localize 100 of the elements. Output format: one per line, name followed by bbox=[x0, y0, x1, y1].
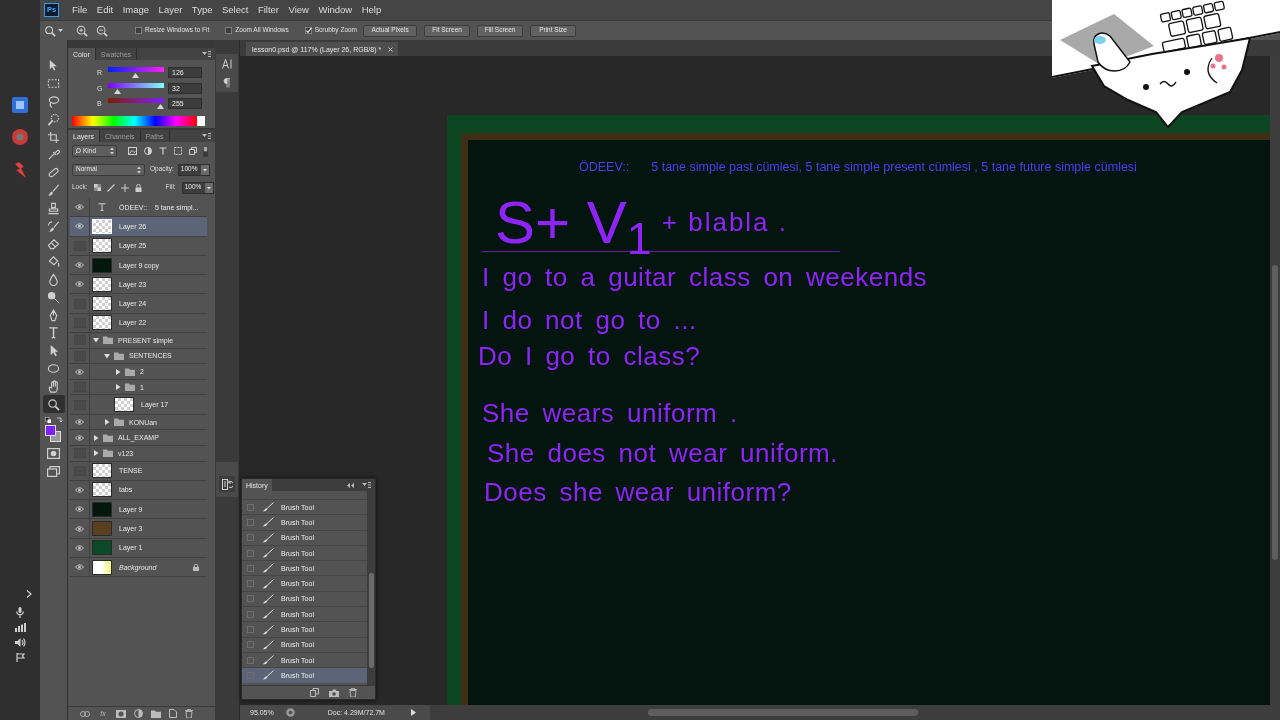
disc-icon[interactable] bbox=[12, 129, 28, 145]
disclosure-triangle[interactable] bbox=[104, 419, 110, 426]
disclosure-triangle[interactable] bbox=[93, 337, 99, 344]
move-lock-icon[interactable] bbox=[120, 183, 129, 192]
source-checkbox[interactable] bbox=[247, 534, 254, 542]
visibility-toggle[interactable] bbox=[73, 484, 86, 495]
vertical-scrollbar[interactable] bbox=[367, 491, 375, 685]
source-checkbox[interactable] bbox=[247, 656, 254, 664]
folder-icon[interactable] bbox=[151, 709, 161, 718]
scrollbar-thumb[interactable] bbox=[368, 573, 374, 668]
chevron-icon[interactable] bbox=[26, 590, 32, 598]
visibility-toggle[interactable] bbox=[73, 432, 86, 443]
source-checkbox[interactable] bbox=[247, 580, 254, 588]
eye-icon bbox=[75, 544, 84, 551]
menu-item[interactable]: Image bbox=[122, 5, 150, 15]
history-panel-button[interactable] bbox=[219, 476, 235, 492]
visibility-toggle[interactable] bbox=[73, 202, 86, 213]
screen-mode-icon[interactable] bbox=[47, 465, 60, 477]
color-spectrum[interactable] bbox=[72, 115, 205, 126]
menu-item[interactable]: Layer bbox=[158, 5, 183, 15]
source-checkbox[interactable] bbox=[247, 641, 254, 649]
disclosure-triangle[interactable] bbox=[93, 450, 99, 457]
source-checkbox[interactable] bbox=[247, 549, 254, 557]
visibility-toggle[interactable] bbox=[73, 504, 86, 515]
disclosure-triangle[interactable] bbox=[93, 434, 99, 441]
menu-item[interactable]: Edit bbox=[96, 5, 114, 15]
app-tile-icon[interactable] bbox=[12, 97, 28, 113]
visibility-toggle[interactable] bbox=[73, 523, 86, 534]
scrollbar-thumb[interactable] bbox=[1272, 265, 1278, 560]
half-circle-icon[interactable] bbox=[144, 147, 152, 155]
source-checkbox[interactable] bbox=[247, 626, 254, 633]
trash-icon[interactable] bbox=[185, 709, 193, 718]
new-document-icon[interactable] bbox=[310, 688, 319, 697]
visibility-toggle[interactable] bbox=[73, 279, 86, 290]
quick-mask-icon[interactable] bbox=[47, 447, 60, 459]
source-checkbox[interactable] bbox=[247, 610, 254, 618]
visibility-toggle[interactable] bbox=[73, 260, 86, 271]
panel-menu-icon[interactable] bbox=[362, 482, 371, 488]
link-icon[interactable] bbox=[80, 710, 90, 717]
microphone-icon[interactable] bbox=[16, 607, 24, 618]
smart-object-icon[interactable] bbox=[189, 147, 197, 155]
visibility-toggle[interactable] bbox=[73, 417, 86, 428]
network-icon[interactable] bbox=[14, 623, 26, 632]
visibility-toggle[interactable] bbox=[73, 221, 86, 232]
brush-lock-icon[interactable] bbox=[106, 183, 115, 192]
source-checkbox[interactable] bbox=[247, 518, 254, 526]
background-color-swatch[interactable] bbox=[49, 430, 61, 442]
menu-item[interactable]: Window bbox=[318, 5, 353, 15]
ring-icon[interactable] bbox=[285, 708, 295, 717]
swap-colors-icon[interactable] bbox=[44, 416, 63, 424]
menu-item[interactable]: File bbox=[72, 5, 88, 15]
filter-toggle-switch[interactable] bbox=[203, 145, 208, 157]
shape-icon[interactable] bbox=[174, 147, 182, 155]
trash-icon[interactable] bbox=[349, 688, 357, 697]
disclosure-triangle[interactable] bbox=[115, 384, 121, 391]
foreground-color-swatch[interactable] bbox=[44, 424, 56, 436]
slider-thumb[interactable] bbox=[157, 104, 164, 110]
checkbox[interactable] bbox=[304, 27, 312, 34]
source-checkbox[interactable] bbox=[247, 503, 254, 511]
panel-menu-icon[interactable] bbox=[202, 133, 211, 139]
checkbox[interactable] bbox=[135, 27, 142, 34]
disclosure-triangle[interactable] bbox=[104, 352, 110, 359]
source-checkbox[interactable] bbox=[247, 595, 254, 603]
image-icon[interactable] bbox=[128, 147, 137, 155]
padlock-icon[interactable] bbox=[134, 183, 142, 192]
visibility-toggle[interactable] bbox=[73, 542, 86, 553]
mask-icon[interactable] bbox=[116, 709, 126, 718]
type-icon[interactable] bbox=[159, 147, 167, 155]
visibility-toggle[interactable] bbox=[73, 366, 86, 377]
close-icon[interactable] bbox=[388, 46, 394, 52]
zoom-preset-button[interactable] bbox=[44, 24, 63, 37]
menu-item[interactable]: Type bbox=[191, 5, 213, 15]
character-panel-icon[interactable] bbox=[221, 58, 233, 69]
lock-icon[interactable] bbox=[193, 563, 199, 571]
speaker-icon[interactable] bbox=[14, 638, 26, 647]
slider-thumb[interactable] bbox=[114, 88, 122, 94]
menu-item[interactable]: View bbox=[288, 5, 309, 15]
menu-item[interactable]: Filter bbox=[257, 5, 279, 15]
menu-item[interactable]: Select bbox=[221, 5, 249, 15]
menu-item[interactable]: Help bbox=[361, 5, 382, 15]
slider-thumb[interactable] bbox=[132, 73, 139, 79]
camera-icon[interactable] bbox=[329, 688, 339, 697]
triangle-icon[interactable] bbox=[411, 709, 416, 716]
tool-button[interactable] bbox=[42, 395, 65, 413]
bolt-icon[interactable] bbox=[13, 162, 27, 178]
horizontal-scrollbar[interactable] bbox=[430, 705, 1280, 720]
zoom-in-icon[interactable] bbox=[76, 24, 88, 37]
disclosure-triangle[interactable] bbox=[115, 368, 121, 375]
half-circle-icon[interactable] bbox=[134, 709, 143, 718]
source-checkbox[interactable] bbox=[247, 564, 254, 572]
scrollbar-thumb[interactable] bbox=[648, 709, 918, 716]
visibility-toggle[interactable] bbox=[73, 562, 86, 573]
flag-icon[interactable] bbox=[15, 653, 25, 662]
collapse-icon[interactable] bbox=[347, 482, 354, 488]
new-layer-icon[interactable] bbox=[169, 709, 177, 718]
checkbox[interactable] bbox=[225, 27, 233, 34]
panel-menu-icon[interactable] bbox=[202, 51, 211, 57]
checker-lock-icon[interactable] bbox=[93, 184, 101, 191]
zoom-out-icon[interactable] bbox=[96, 24, 108, 37]
paragraph-panel-icon[interactable] bbox=[223, 77, 231, 88]
